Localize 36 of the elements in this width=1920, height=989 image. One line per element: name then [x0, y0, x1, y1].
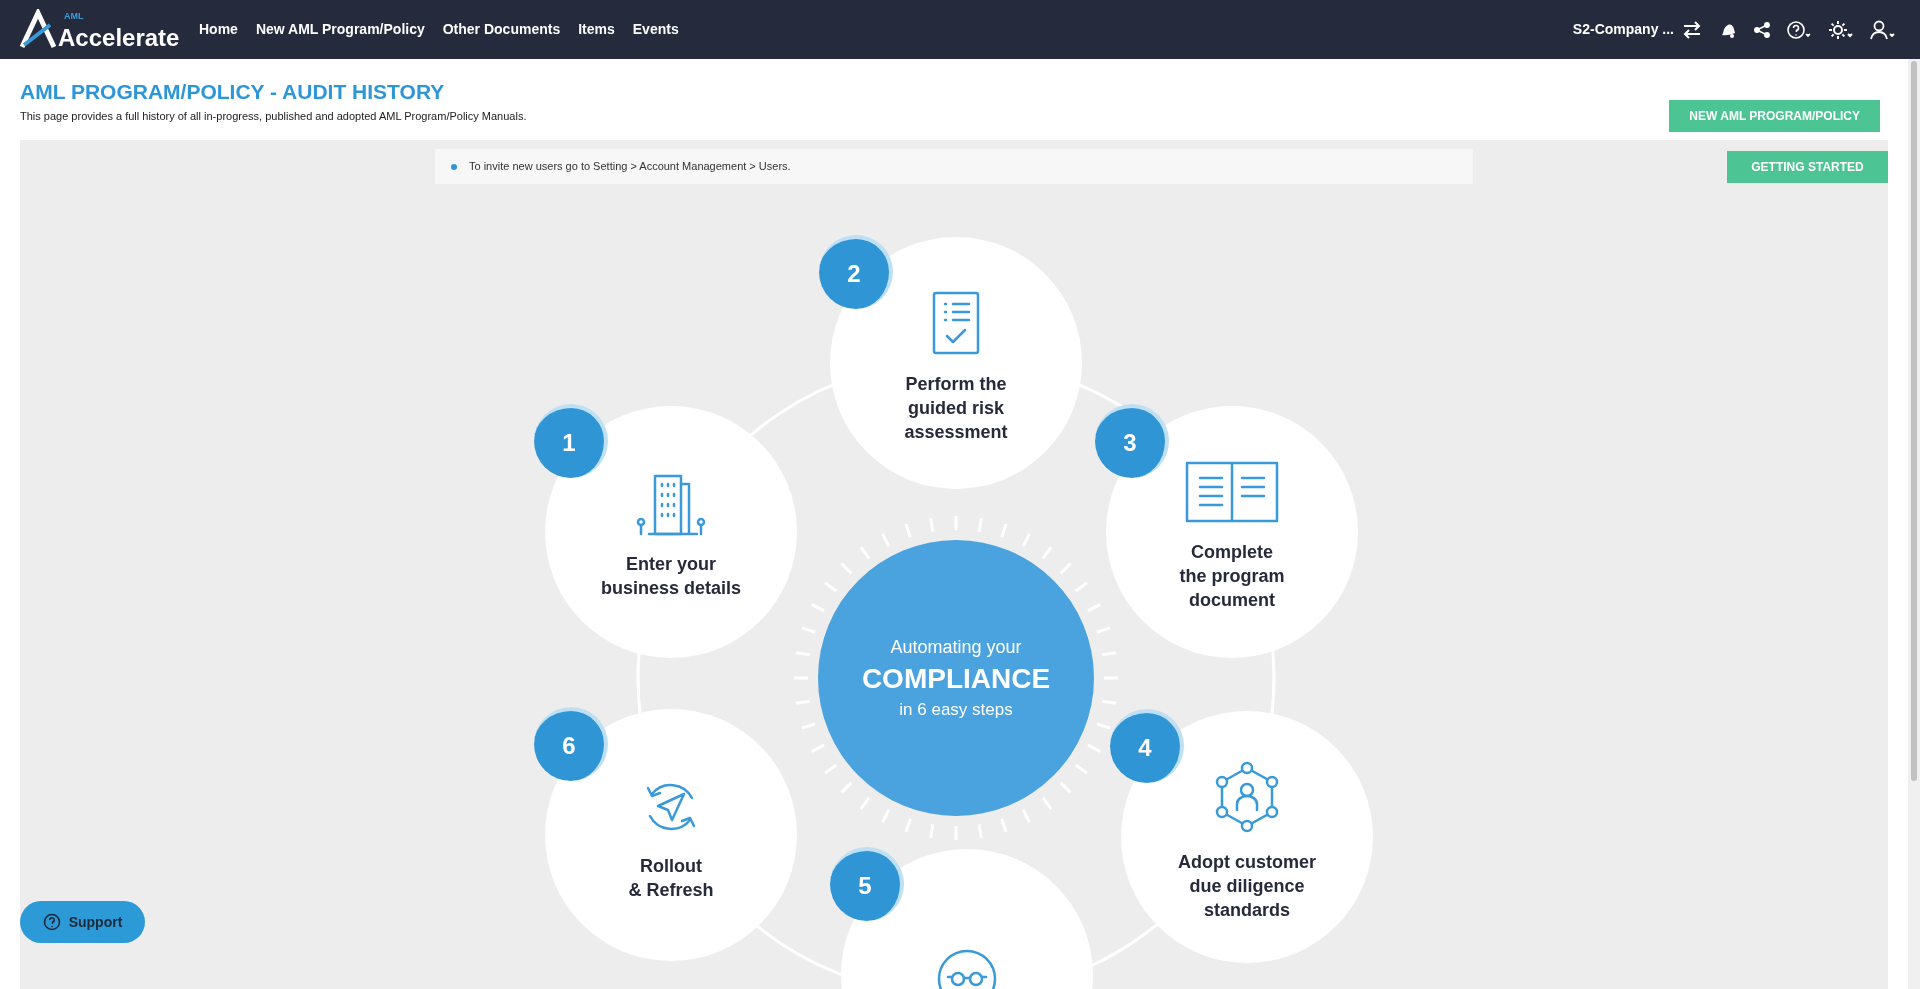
user-icon[interactable]	[1870, 19, 1896, 40]
step-label: Complete the program document	[1179, 541, 1285, 612]
center-heading: Automating your	[890, 635, 1022, 659]
swap-arrows-icon[interactable]	[1682, 20, 1702, 39]
step-number-badge: 1	[534, 404, 608, 478]
step-number-badge: 4	[1110, 709, 1184, 783]
notice-text: To invite new users go to Setting > Account Management > Users.	[469, 159, 791, 175]
step-number-badge: 6	[534, 707, 608, 781]
nav-link[interactable]: Other Documents	[442, 19, 561, 40]
center-subheading: in 6 easy steps	[899, 698, 1013, 721]
checklist-icon	[931, 290, 981, 356]
nav-link[interactable]: Home	[199, 19, 238, 40]
step-number-badge: 5	[830, 847, 904, 921]
nav-link[interactable]: Events	[632, 19, 679, 40]
help-icon[interactable]	[1786, 19, 1812, 40]
logo-swoosh-icon	[20, 8, 56, 49]
page-description: This page provides a full history of all in-progress, published and adopted AML Program/Policy Manuals.	[20, 109, 527, 124]
nav-link[interactable]: Items	[578, 19, 615, 40]
share-icon[interactable]	[1754, 21, 1770, 38]
company-selector[interactable]: S2-Company ...	[1572, 19, 1674, 40]
step-label: Adopt customer due diligence standards	[1178, 851, 1316, 922]
step-number-badge: 3	[1095, 404, 1169, 478]
step-number-badge: 2	[819, 235, 893, 309]
step-label: Rollout & Refresh	[628, 855, 714, 902]
logo-small-text: AML	[64, 10, 84, 21]
page-title: AML PROGRAM/POLICY - AUDIT HISTORY	[20, 79, 446, 105]
nav-link[interactable]: New AML Program/Policy	[255, 19, 425, 40]
step-label: Perform the guided risk assessment	[904, 373, 1008, 444]
bullet-icon	[451, 163, 457, 170]
help-icon	[42, 913, 61, 931]
logo-text: Accelerate	[58, 24, 180, 51]
support-button[interactable]: Support	[20, 901, 145, 943]
settings-icon[interactable]	[1828, 19, 1854, 40]
step-label: Enter your business details	[600, 553, 742, 600]
book-icon	[1184, 460, 1280, 524]
center-title: COMPLIANCE	[861, 661, 1051, 696]
